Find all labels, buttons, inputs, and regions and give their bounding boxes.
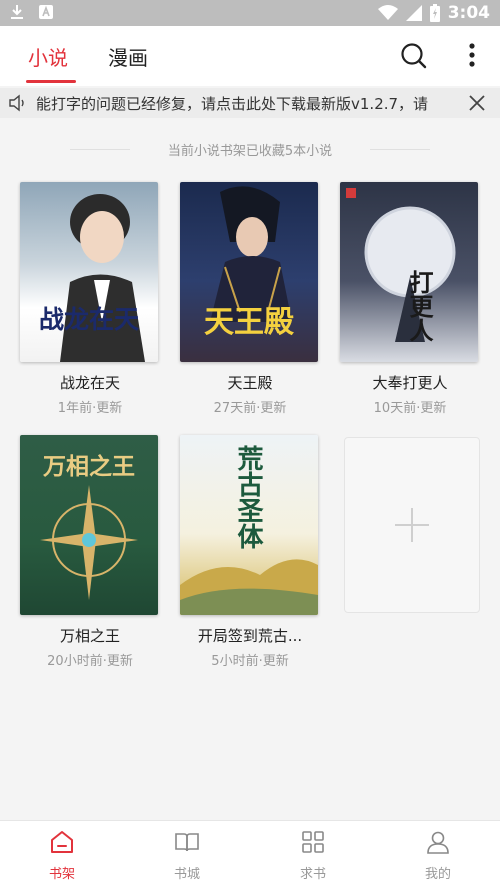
bookshelf-icon bbox=[51, 831, 73, 853]
nav-label: 书城 bbox=[173, 867, 200, 882]
nav-label: 求书 bbox=[299, 867, 326, 882]
notice-message[interactable]: 能打字的问题已经修复，请点击此处下载最新版v1.2.7，请 bbox=[36, 93, 456, 115]
book-title[interactable]: 开局签到荒古... bbox=[180, 625, 320, 646]
divider bbox=[70, 149, 130, 150]
cover-title: 荒古圣体 bbox=[233, 445, 263, 549]
request-book-icon bbox=[302, 831, 324, 853]
book-update-time: 10天前·更新 bbox=[373, 401, 447, 416]
tab-novel[interactable]: 小说 bbox=[28, 42, 68, 71]
book-cover[interactable]: 荒古圣体 bbox=[180, 435, 318, 615]
book-update-time: 5小时前·更新 bbox=[211, 654, 289, 669]
book-card[interactable]: 打更人 大奉打更人 10天前·更新 bbox=[340, 182, 480, 416]
book-update-time: 1年前·更新 bbox=[57, 401, 123, 416]
status-bar-system: 3:04 bbox=[377, 3, 490, 23]
divider bbox=[370, 149, 430, 150]
shelf-status-text: 当前小说书架已收藏5本小说 bbox=[167, 144, 333, 159]
active-tab-indicator bbox=[26, 80, 76, 83]
nav-book-store[interactable]: 书城 bbox=[147, 829, 227, 882]
wifi-icon bbox=[377, 5, 398, 20]
top-tab-bar: 小说 漫画 bbox=[0, 26, 500, 86]
battery-charging-icon bbox=[429, 4, 440, 22]
close-icon[interactable] bbox=[468, 94, 486, 112]
status-bar-notifications bbox=[10, 4, 54, 20]
book-title[interactable]: 万相之王 bbox=[20, 625, 160, 646]
cover-title: 万相之王 bbox=[43, 453, 135, 480]
book-cover[interactable]: 战龙在天 bbox=[20, 182, 158, 362]
shelf-status: 当前小说书架已收藏5本小说 bbox=[0, 140, 500, 159]
bottom-nav: 书架 书城 求书 我的 bbox=[0, 820, 500, 888]
profile-icon bbox=[427, 831, 449, 854]
cover-title: 战龙在天 bbox=[38, 305, 139, 334]
search-icon[interactable] bbox=[400, 42, 428, 70]
book-update-time: 20小时前·更新 bbox=[47, 654, 133, 669]
notice-bar[interactable]: 能打字的问题已经修复，请点击此处下载最新版v1.2.7，请 bbox=[0, 88, 500, 118]
status-bar: 3:04 bbox=[0, 0, 500, 26]
book-title[interactable]: 战龙在天 bbox=[20, 372, 160, 393]
more-menu-icon[interactable] bbox=[466, 42, 478, 70]
book-card[interactable]: 天王殿 天王殿 27天前·更新 bbox=[180, 182, 320, 416]
book-card[interactable]: 荒古圣体 开局签到荒古... 5小时前·更新 bbox=[180, 435, 320, 669]
plus-icon bbox=[411, 508, 413, 542]
nav-request-book[interactable]: 求书 bbox=[273, 829, 353, 882]
nav-label: 书架 bbox=[48, 867, 75, 882]
download-icon bbox=[11, 5, 23, 19]
cover-title: 打更人 bbox=[405, 270, 434, 342]
cellular-signal-icon bbox=[405, 5, 422, 21]
nav-bookshelf[interactable]: 书架 bbox=[22, 829, 102, 882]
book-card[interactable]: 万相之王 万相之王 20小时前·更新 bbox=[20, 435, 160, 669]
add-book-button[interactable] bbox=[344, 437, 480, 613]
book-update-time: 27天前·更新 bbox=[213, 401, 287, 416]
tab-comic[interactable]: 漫画 bbox=[108, 42, 148, 71]
book-cover[interactable]: 天王殿 bbox=[180, 182, 318, 362]
nav-label: 我的 bbox=[424, 867, 451, 882]
nav-profile[interactable]: 我的 bbox=[398, 829, 478, 882]
book-title[interactable]: 天王殿 bbox=[180, 372, 320, 393]
book-card[interactable]: 战龙在天 战龙在天 1年前·更新 bbox=[20, 182, 160, 416]
book-store-icon bbox=[175, 833, 199, 852]
app-notification-icon bbox=[39, 5, 53, 19]
cover-title: 天王殿 bbox=[204, 305, 294, 340]
book-title[interactable]: 大奉打更人 bbox=[340, 372, 480, 393]
speaker-icon bbox=[9, 94, 24, 112]
book-cover[interactable]: 打更人 bbox=[340, 182, 478, 362]
book-cover[interactable]: 万相之王 bbox=[20, 435, 158, 615]
status-time: 3:04 bbox=[447, 3, 490, 23]
